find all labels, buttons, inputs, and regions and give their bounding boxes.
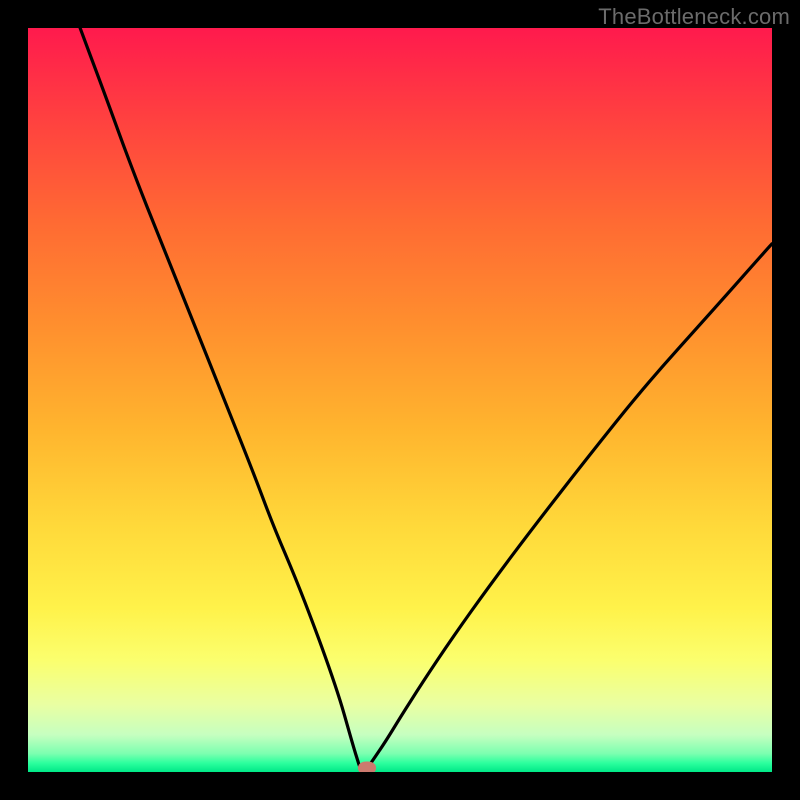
plot-area xyxy=(28,28,772,772)
bottleneck-curve xyxy=(80,28,772,771)
chart-frame: TheBottleneck.com xyxy=(0,0,800,800)
watermark-text: TheBottleneck.com xyxy=(598,4,790,30)
curve-layer xyxy=(28,28,772,772)
min-marker xyxy=(358,761,376,772)
